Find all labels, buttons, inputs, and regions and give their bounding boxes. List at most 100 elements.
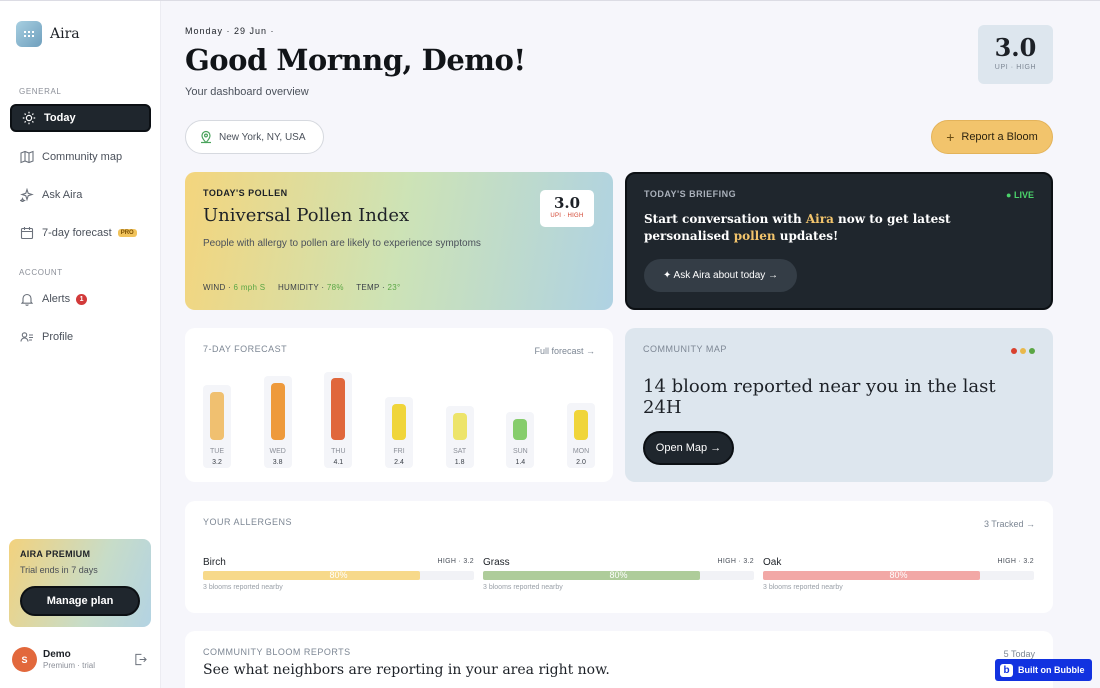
plus-icon: + xyxy=(946,129,955,145)
sidebar-item-alerts[interactable]: Alerts 1 xyxy=(10,285,151,313)
allergen-item[interactable]: Oak HIGH · 3.2 80% 3 blooms reported nearby xyxy=(763,557,1034,591)
pollen-stats: WIND · 6 mph S HUMIDITY · 78% TEMP · 23° xyxy=(203,283,411,292)
sun-icon xyxy=(22,111,36,125)
community-reports-card: COMMUNITY BLOOM REPORTS 5 Today See what… xyxy=(185,631,1053,688)
sidebar-item-label: Community map xyxy=(42,151,123,163)
user-name: Demo xyxy=(43,649,71,660)
allergen-level: HIGH · 3.2 xyxy=(717,558,754,565)
sidebar-item-profile[interactable]: Profile xyxy=(10,323,151,351)
forecast-bar-column: SAT 1.8 xyxy=(445,405,474,468)
forecast-bar xyxy=(452,412,467,440)
live-indicator: ● LIVE xyxy=(1006,190,1034,200)
allergens-label: YOUR ALLERGENS xyxy=(203,517,293,527)
wind-label: WIND · xyxy=(203,283,234,292)
allergen-item[interactable]: Grass HIGH · 3.2 80% 3 blooms reported near… xyxy=(483,557,754,591)
todays-briefing-card: TODAY'S BRIEFING ● LIVE Start conversati… xyxy=(625,172,1053,310)
allergen-percent: 80% xyxy=(329,570,348,580)
forecast-day-label: SAT xyxy=(453,448,467,455)
bubble-logo-icon: b xyxy=(1000,663,1013,677)
location-pin-icon xyxy=(199,130,213,144)
profile-icon xyxy=(20,330,34,344)
humidity-label: HUMIDITY · xyxy=(277,283,327,292)
allergen-level: HIGH · 3.2 xyxy=(437,558,474,565)
allergen-percent: 80% xyxy=(609,570,628,580)
status-dot xyxy=(1029,348,1035,354)
community-map-label: COMMUNITY MAP xyxy=(643,344,727,354)
forecast-bar-column: TUE 3.2 xyxy=(203,385,231,468)
reports-title: See what neighbors are reporting in your… xyxy=(203,662,610,678)
pollen-description: People with allergy to pollen are likely… xyxy=(203,238,481,249)
open-map-button[interactable]: Open Map → xyxy=(643,431,734,465)
humidity-value: 78% xyxy=(326,283,344,292)
forecast-bar xyxy=(392,403,406,440)
brand-name: Aira xyxy=(50,26,80,42)
forecast-value-label: 4.1 xyxy=(333,459,344,466)
pollen-upi-badge: 3.0 UPI · HIGH xyxy=(540,190,594,227)
forecast-value-label: 2.0 xyxy=(576,459,586,466)
manage-plan-button[interactable]: Manage plan xyxy=(20,586,140,616)
temp-value: 23° xyxy=(387,283,401,292)
status-dots xyxy=(1011,348,1035,354)
forecast-value-label: 1.8 xyxy=(454,459,465,466)
pollen-card-label: TODAY'S POLLEN xyxy=(203,188,288,198)
forecast-day-label: THU xyxy=(331,448,346,455)
wind-stat: WIND · 6 mph S xyxy=(203,283,265,292)
reports-label: COMMUNITY BLOOM REPORTS xyxy=(203,647,351,657)
pollen-upi-label: UPI · HIGH xyxy=(550,213,584,219)
forecast-day-label: FRI xyxy=(393,448,405,455)
forecast-day-label: SUN xyxy=(512,448,528,455)
brand[interactable]: Aira xyxy=(16,21,80,47)
sidebar-item-label: Profile xyxy=(42,331,74,343)
forecast-day-label: MON xyxy=(572,448,590,455)
report-bloom-button[interactable]: + Report a Bloom xyxy=(931,120,1053,154)
user-profile[interactable]: S Demo Premium · trial xyxy=(12,647,147,672)
forecast-bar-chart: TUE 3.2 WED 3.8 THU 4.1 FRI 2.4 SAT 1.8 SUN 1.4 MON 2… xyxy=(203,368,595,468)
allergen-note: 3 blooms reported nearby xyxy=(483,584,563,591)
forecast-bar-column: THU 4.1 xyxy=(324,372,353,468)
forecast-bar-column: FRI 2.4 xyxy=(385,396,413,468)
upi-summary-badge: 3.0 UPI · HIGH xyxy=(978,25,1053,84)
page-subtitle: Your dashboard overview xyxy=(185,86,309,98)
allergen-item[interactable]: Birch HIGH · 3.2 80% 3 blooms reported near… xyxy=(203,557,474,591)
forecast-bar-column: SUN 1.4 xyxy=(506,411,535,468)
avatar: S xyxy=(12,647,37,672)
todays-pollen-card: TODAY'S POLLEN Universal Pollen Index Pe… xyxy=(185,172,613,310)
allergen-name: Oak xyxy=(763,557,782,568)
full-forecast-link[interactable]: Full forecast → xyxy=(534,346,595,356)
allergen-progress-track: 80% xyxy=(763,571,1034,580)
allergen-name: Birch xyxy=(203,557,226,568)
forecast-bar-column: WED 3.8 xyxy=(263,376,292,468)
forecast-day-label: WED xyxy=(269,448,286,455)
allergen-note: 3 blooms reported nearby xyxy=(203,584,283,591)
briefing-label: TODAY'S BRIEFING xyxy=(644,189,737,199)
forecast-value-label: 3.8 xyxy=(272,459,283,466)
community-map-text: 14 bloom reported near you in the last 2… xyxy=(643,376,996,418)
user-plan: Premium · trial xyxy=(43,661,96,670)
location-selector[interactable]: New York, NY, USA xyxy=(185,120,324,154)
map-icon xyxy=(20,150,34,164)
sidebar-item-label: Alerts xyxy=(42,293,71,305)
briefing-text-part: updates! xyxy=(775,229,839,243)
nav-section-general: GENERAL xyxy=(19,87,62,96)
pollen-title: Universal Pollen Index xyxy=(203,205,410,226)
reports-count: 5 Today xyxy=(1003,649,1035,659)
sidebar-item-today[interactable]: Today xyxy=(10,104,151,132)
brand-logo-icon xyxy=(16,21,42,47)
briefing-text: Start conversation with Aira now to get … xyxy=(644,211,1036,245)
tracked-allergens-link[interactable]: 3 Tracked → xyxy=(984,519,1035,529)
premium-card: AIRA PREMIUM Trial ends in 7 days Manage… xyxy=(9,539,151,627)
sidebar-item-community-map[interactable]: Community map xyxy=(10,143,151,171)
bell-icon xyxy=(20,292,34,306)
logout-icon[interactable] xyxy=(134,653,147,671)
allergen-percent: 80% xyxy=(889,570,908,580)
pro-badge: PRO xyxy=(117,229,137,237)
ask-aira-button[interactable]: ✦ Ask Aira about today → xyxy=(644,259,797,292)
header-date: Monday · 29 Jun · xyxy=(185,26,275,36)
temp-stat: TEMP · 23° xyxy=(356,283,400,292)
sidebar-item-ask-aira[interactable]: Ask Aira xyxy=(10,181,151,209)
allergen-level: HIGH · 3.2 xyxy=(997,558,1034,565)
upi-value: 3.0 xyxy=(994,33,1037,62)
built-on-bubble-badge[interactable]: b Built on Bubble xyxy=(995,659,1092,681)
sidebar-item-7-day-forecast[interactable]: 7-day forecast PRO xyxy=(10,219,151,247)
forecast-value-label: 2.4 xyxy=(394,459,404,466)
